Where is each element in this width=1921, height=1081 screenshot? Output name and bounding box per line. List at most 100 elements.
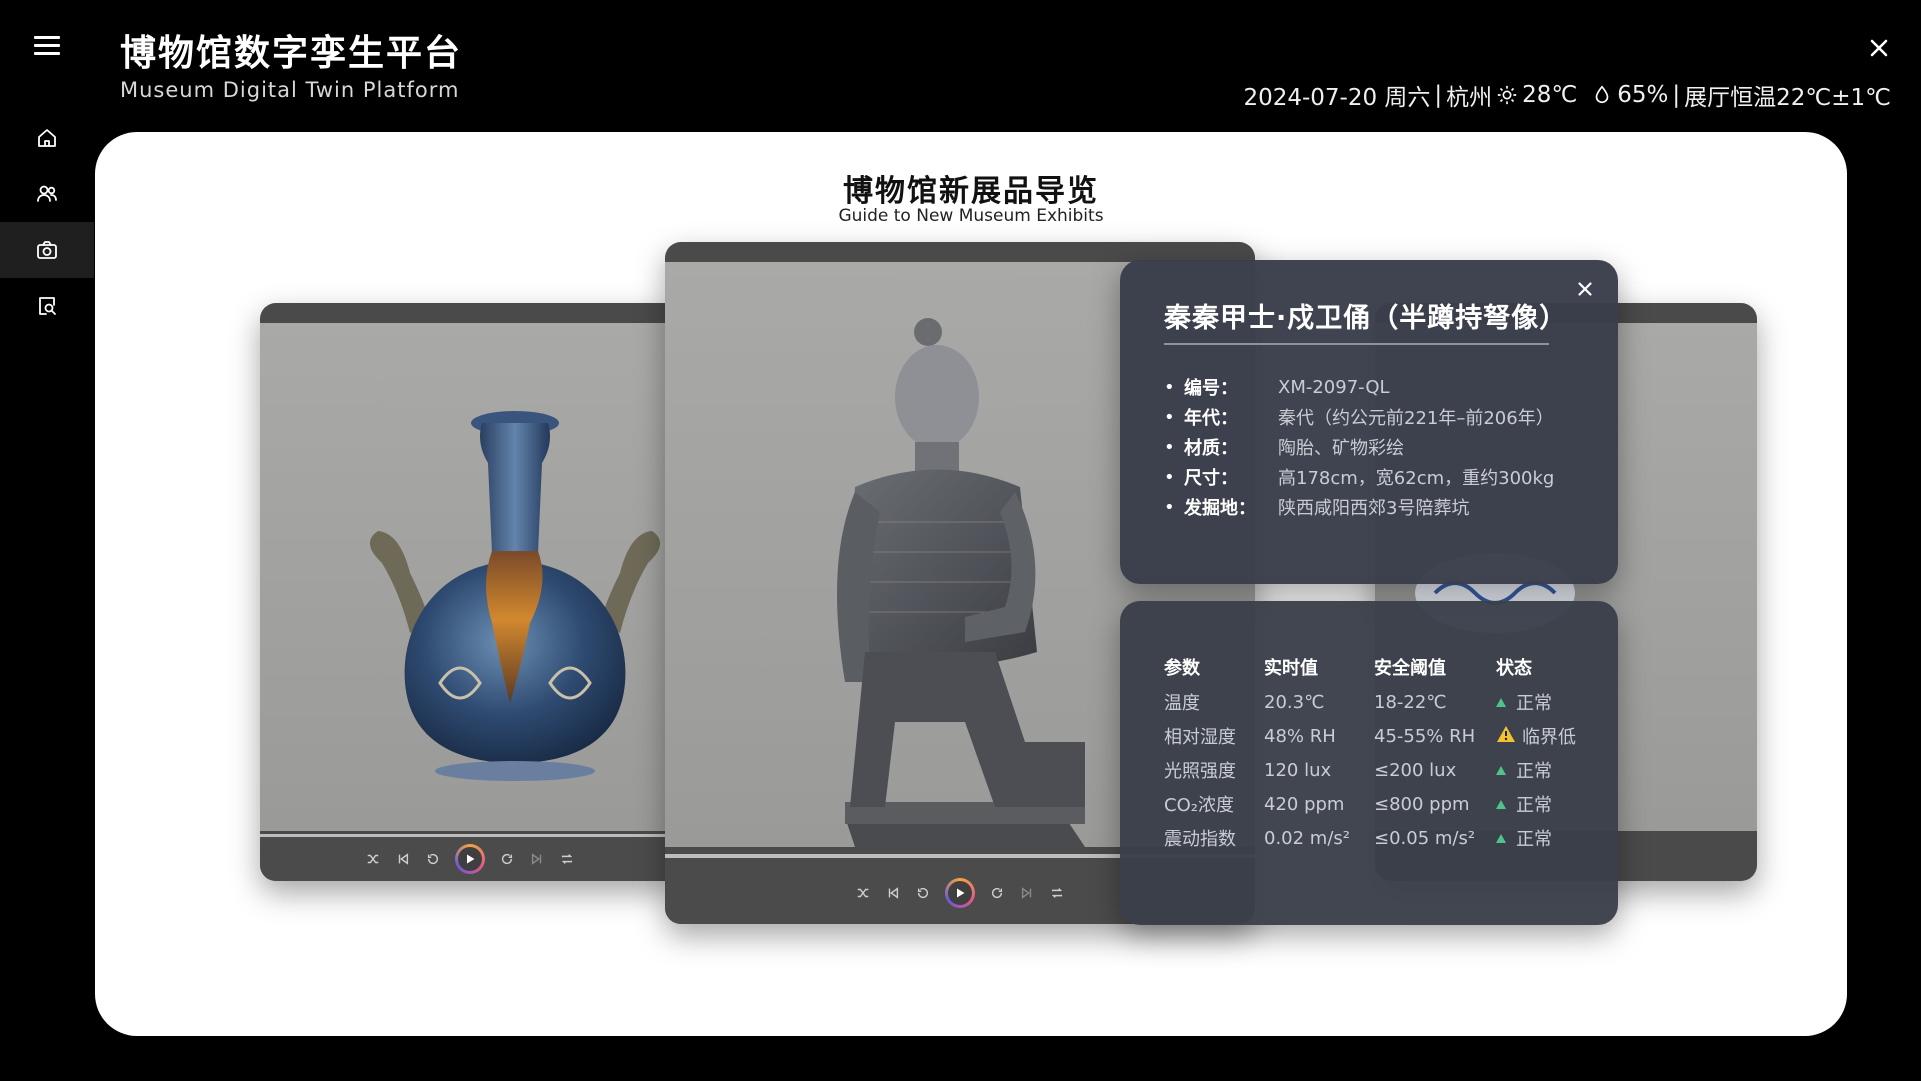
- panel-title: 博物馆新展品导览: [843, 174, 1099, 209]
- skip-back-icon: [398, 853, 409, 865]
- list-item: • 尺寸： 高178cm，宽62cm，重约300kg: [1164, 462, 1554, 492]
- list-item: • 发掘地： 陕西咸阳西郊3号陪葬坑: [1164, 492, 1554, 522]
- param-cell: 震动指数: [1164, 829, 1236, 850]
- column-header: 实时值: [1264, 658, 1318, 679]
- close-icon[interactable]: [1865, 34, 1893, 62]
- menu-icon[interactable]: [34, 36, 60, 58]
- table-row: CO₂浓度 420 ppm ≤800 ppm 正常: [1164, 787, 1596, 821]
- table-row: 震动指数 0.02 m/s² ≤0.05 m/s² 正常: [1164, 821, 1596, 855]
- ok-up-icon: [1496, 799, 1506, 809]
- previous-button[interactable]: [885, 885, 901, 901]
- field-value: 陶胎、矿物彩绘: [1278, 438, 1404, 459]
- close-icon[interactable]: [1574, 278, 1596, 300]
- shuffle-icon: [857, 888, 869, 898]
- fast-forward-icon: [991, 887, 1003, 899]
- app-subtitle: Museum Digital Twin Platform: [120, 78, 460, 102]
- repeat-button[interactable]: [1049, 885, 1065, 901]
- rewind-icon: [917, 887, 929, 899]
- field-value: 陕西咸阳西郊3号陪葬坑: [1278, 498, 1470, 519]
- sidebar-item-camera[interactable]: [0, 222, 94, 278]
- list-item: • 材质： 陶胎、矿物彩绘: [1164, 432, 1554, 462]
- status-temperature: 28℃: [1522, 82, 1578, 108]
- vase-image: [369, 411, 661, 781]
- main-panel: 博物馆新展品导览 Guide to New Museum Exhibits 秦秦…: [95, 132, 1847, 1036]
- forward-button[interactable]: [989, 885, 1005, 901]
- play-button[interactable]: [455, 844, 485, 874]
- field-label: 年代：: [1184, 408, 1238, 429]
- status-cell: 正常: [1496, 685, 1596, 719]
- droplet-icon: [1595, 85, 1609, 104]
- skip-forward-icon: [531, 853, 542, 865]
- column-header: 参数: [1164, 658, 1200, 679]
- threshold-cell: 45-55% RH: [1374, 725, 1476, 747]
- sidebar-item-search[interactable]: [0, 278, 94, 334]
- sidebar: [0, 0, 94, 1081]
- search-doc-icon: [39, 297, 56, 315]
- status-separator: |: [1434, 82, 1443, 108]
- skip-forward-icon: [1021, 887, 1032, 899]
- exhibit-viewer[interactable]: [260, 323, 680, 831]
- status-text: 正常: [1516, 829, 1552, 850]
- status-separator: |: [1672, 82, 1681, 108]
- value-cell: 48% RH: [1264, 725, 1336, 747]
- repeat-icon: [1051, 888, 1063, 898]
- users-icon: [37, 185, 57, 202]
- shuffle-icon: [367, 854, 379, 864]
- fast-forward-icon: [501, 853, 513, 865]
- environment-card: 参数 实时值 安全阈值 状态 温度 20.3℃ 18-22℃ 正常 相对湿度 4…: [1120, 601, 1618, 925]
- play-icon: [957, 888, 965, 898]
- field-value: 秦代（约公元前221年–前206年）: [1278, 408, 1554, 429]
- table-row: 相对湿度 48% RH 45-55% RH 临界低: [1164, 719, 1596, 753]
- play-button[interactable]: [945, 878, 975, 908]
- column-header: 安全阈值: [1374, 658, 1446, 679]
- rewind-icon: [427, 853, 439, 865]
- sidebar-nav: [0, 110, 94, 334]
- param-cell: 温度: [1164, 693, 1200, 714]
- field-value: XM-2097-QL: [1278, 376, 1390, 398]
- next-button[interactable]: [529, 851, 545, 867]
- status-bar: 2024-07-20 周六 | 杭州 28℃ 65% | 展厅恒温22℃±1℃: [1243, 78, 1891, 112]
- sidebar-item-users[interactable]: [0, 166, 94, 222]
- status-text: 正常: [1516, 795, 1552, 816]
- list-item: • 年代： 秦代（约公元前221年–前206年）: [1164, 402, 1554, 432]
- sidebar-item-home[interactable]: [0, 110, 94, 166]
- ok-up-icon: [1496, 765, 1506, 775]
- field-value: 高178cm，宽62cm，重约300kg: [1278, 468, 1555, 489]
- environment-table: 参数 实时值 安全阈值 状态 温度 20.3℃ 18-22℃ 正常 相对湿度 4…: [1164, 649, 1596, 855]
- app-title: 博物馆数字孪生平台: [120, 33, 463, 74]
- value-cell: 420 ppm: [1264, 793, 1345, 815]
- param-cell: CO₂浓度: [1164, 795, 1234, 816]
- status-hall-temp: 展厅恒温22℃±1℃: [1684, 85, 1891, 111]
- panel-subtitle: Guide to New Museum Exhibits: [838, 206, 1104, 226]
- status-text: 正常: [1516, 761, 1552, 782]
- repeat-icon: [561, 854, 573, 864]
- app-root: 博物馆数字孪生平台 Museum Digital Twin Platform 2…: [0, 0, 1921, 1081]
- shuffle-button[interactable]: [855, 885, 871, 901]
- status-humidity: 65%: [1617, 82, 1669, 108]
- rewind-button[interactable]: [425, 851, 441, 867]
- threshold-cell: ≤800 ppm: [1374, 793, 1470, 815]
- repeat-button[interactable]: [559, 851, 575, 867]
- field-label: 材质：: [1184, 438, 1238, 459]
- exhibit-fields: • 编号： XM-2097-QL • 年代： 秦代（约公元前221年–前206年） • 材…: [1164, 372, 1554, 522]
- status-text: 临界低: [1522, 727, 1576, 748]
- exhibit-title: 秦秦甲士·戍卫俑（半蹲持弩像）: [1164, 303, 1568, 334]
- exhibit-info-card: 秦秦甲士·戍卫俑（半蹲持弩像） • 编号： XM-2097-QL • 年代： 秦代（约公…: [1120, 260, 1618, 584]
- table-row: 光照强度 120 lux ≤200 lux 正常: [1164, 753, 1596, 787]
- ok-up-icon: [1496, 833, 1506, 843]
- player-controls: [260, 837, 680, 881]
- status-cell: 正常: [1496, 787, 1596, 821]
- home-icon: [38, 129, 56, 147]
- table-header-row: 参数 实时值 安全阈值 状态: [1164, 649, 1596, 685]
- status-cell: 正常: [1496, 753, 1596, 787]
- exhibit-card-left[interactable]: [260, 303, 680, 881]
- threshold-cell: 18-22℃: [1374, 691, 1447, 713]
- previous-button[interactable]: [395, 851, 411, 867]
- forward-button[interactable]: [499, 851, 515, 867]
- rewind-button[interactable]: [915, 885, 931, 901]
- threshold-cell: ≤200 lux: [1374, 759, 1457, 781]
- next-button[interactable]: [1019, 885, 1035, 901]
- value-cell: 0.02 m/s²: [1264, 827, 1350, 849]
- shuffle-button[interactable]: [365, 851, 381, 867]
- ok-up-icon: [1496, 697, 1506, 707]
